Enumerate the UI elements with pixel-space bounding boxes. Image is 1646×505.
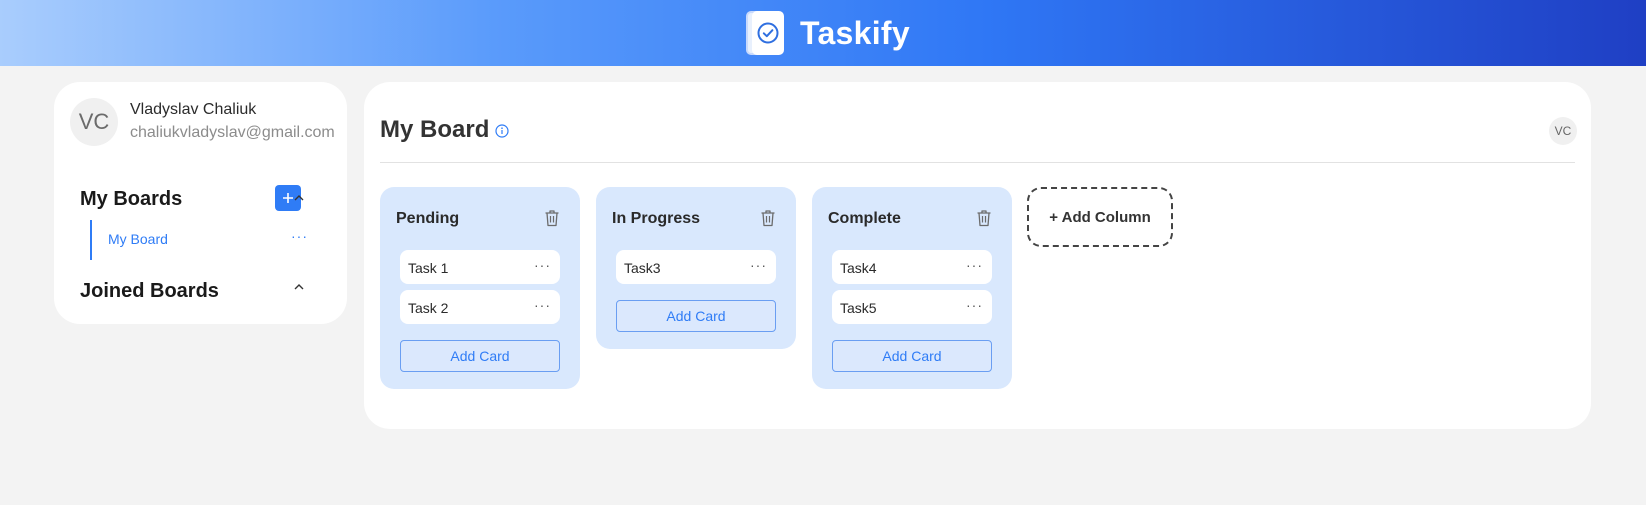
task-card-label: Task 1 [408,260,449,276]
task-card[interactable]: Task4 ··· [832,250,992,284]
task-card-label: Task 2 [408,300,449,316]
add-column-button[interactable]: + Add Column [1027,187,1173,247]
user-name: Vladyslav Chaliuk [130,101,257,118]
more-options-icon[interactable]: ··· [966,257,983,273]
more-options-icon[interactable]: ··· [750,257,767,273]
user-email: chaliukvladyslav@gmail.com [130,124,335,141]
info-icon[interactable] [495,124,509,138]
trash-icon[interactable] [760,209,776,227]
task-card-label: Task4 [840,260,877,276]
task-card[interactable]: Task5 ··· [832,290,992,324]
clipboard-check-icon [745,11,784,55]
task-card[interactable]: Task 1 ··· [400,250,560,284]
more-options-icon[interactable]: ··· [534,257,551,273]
page-title: My Board [380,116,490,143]
my-boards-title: My Boards [80,188,183,210]
sidebar-item-my-board[interactable]: My Board ··· [90,220,314,260]
more-options-icon[interactable]: ··· [291,228,308,244]
column-title: Pending [396,210,460,227]
column-title: In Progress [612,210,701,227]
user-profile: VC Vladyslav Chaliuk chaliukvladyslav@gm… [70,98,335,146]
trash-icon[interactable] [976,209,992,227]
column-title: Complete [828,210,901,227]
column-in-progress: In Progress Task3 ··· Add Card [596,187,796,349]
task-card-label: Task3 [624,260,661,276]
column-complete: Complete Task4 ··· Task5 ··· Add Card [812,187,1012,389]
joined-boards-title: Joined Boards [80,280,219,302]
task-card-label: Task5 [840,300,877,316]
task-card[interactable]: Task 2 ··· [400,290,560,324]
add-card-button[interactable]: Add Card [616,300,776,332]
app-title: Taskify [799,14,910,51]
member-avatar[interactable]: VC [1549,117,1577,145]
sidebar: VC Vladyslav Chaliuk chaliukvladyslav@gm… [54,82,347,324]
board-panel: My Board VC Pending Task 1 ··· Task 2 ··… [364,82,1591,429]
trash-icon[interactable] [544,209,560,227]
sidebar-item-label: My Board [108,231,168,247]
chevron-up-icon[interactable] [292,280,306,294]
add-card-button[interactable]: Add Card [832,340,992,372]
add-card-button[interactable]: Add Card [400,340,560,372]
more-options-icon[interactable]: ··· [966,297,983,313]
divider [380,162,1575,163]
task-card[interactable]: Task3 ··· [616,250,776,284]
app-header: Taskify [0,0,1646,66]
brand[interactable]: Taskify [745,11,910,55]
chevron-up-icon[interactable] [292,191,306,205]
more-options-icon[interactable]: ··· [534,297,551,313]
avatar: VC [70,98,118,146]
column-pending: Pending Task 1 ··· Task 2 ··· Add Card [380,187,580,389]
